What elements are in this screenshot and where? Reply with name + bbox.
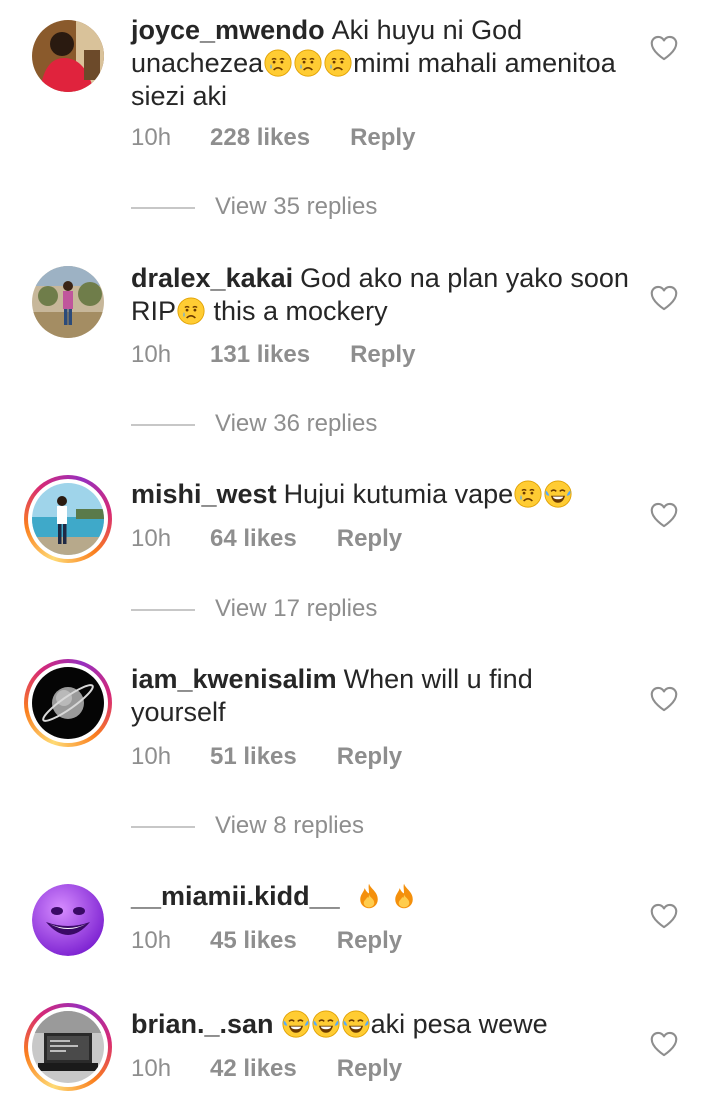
likes-count[interactable]: 228 likes bbox=[210, 124, 310, 152]
sad-tear-emoji bbox=[294, 49, 322, 77]
comment-meta: 10h 51 likes Reply bbox=[131, 743, 402, 771]
outdoor-person-avatar-image bbox=[32, 266, 104, 338]
reply-button[interactable]: Reply bbox=[337, 927, 402, 955]
sad-tear-emoji bbox=[324, 49, 352, 77]
username[interactable]: __miamii.kidd__ bbox=[131, 881, 340, 911]
sad-tear-emoji bbox=[177, 297, 205, 325]
laughing-tears-emoji bbox=[544, 480, 572, 508]
heart-outline-icon[interactable] bbox=[650, 35, 678, 61]
comment-meta: 10h 228 likes Reply bbox=[131, 124, 415, 152]
timestamp: 10h bbox=[131, 124, 172, 151]
comment-meta: 10h 42 likes Reply bbox=[131, 1055, 402, 1083]
username[interactable]: mishi_west bbox=[131, 479, 277, 509]
view-replies-button[interactable]: View 17 replies bbox=[131, 595, 377, 623]
divider-line bbox=[131, 206, 195, 209]
heart-outline-icon[interactable] bbox=[650, 1031, 678, 1057]
view-replies-label: View 17 replies bbox=[215, 595, 378, 622]
comment-meta: 10h 64 likes Reply bbox=[131, 525, 402, 553]
comment-body: this a mockery bbox=[206, 296, 388, 326]
timestamp: 10h bbox=[131, 743, 172, 770]
likes-count[interactable]: 45 likes bbox=[210, 927, 297, 955]
view-replies-button[interactable]: View 8 replies bbox=[131, 812, 364, 840]
beach-avatar-image bbox=[32, 483, 104, 555]
reply-button[interactable]: Reply bbox=[350, 341, 415, 369]
view-replies-label: View 35 replies bbox=[215, 193, 378, 220]
fire-emoji bbox=[390, 882, 418, 910]
view-replies-label: View 8 replies bbox=[215, 812, 364, 839]
comment-text: __miamii.kidd__ bbox=[131, 880, 631, 913]
comment-text: dralex_kakai God ako na plan yako soon RI… bbox=[131, 262, 631, 328]
avatar-story-ring[interactable] bbox=[24, 659, 112, 747]
heart-outline-icon[interactable] bbox=[650, 903, 678, 929]
divider-line bbox=[131, 825, 195, 828]
comment-body: Hujui kutumia vape bbox=[283, 479, 514, 509]
divider-line bbox=[131, 423, 195, 426]
comment-meta: 10h 45 likes Reply bbox=[131, 927, 402, 955]
fire-emoji bbox=[355, 882, 383, 910]
heart-outline-icon[interactable] bbox=[650, 686, 678, 712]
view-replies-label: View 36 replies bbox=[215, 410, 378, 437]
comment-text: joyce_mwendo Aki huyu ni God unachezea mim… bbox=[131, 14, 631, 113]
comment-body: aki pesa wewe bbox=[370, 1009, 548, 1039]
heart-outline-icon[interactable] bbox=[650, 502, 678, 528]
planet-avatar-image bbox=[32, 667, 104, 739]
timestamp: 10h bbox=[131, 1055, 172, 1082]
comment-meta: 10h 131 likes Reply bbox=[131, 341, 415, 369]
likes-count[interactable]: 64 likes bbox=[210, 525, 297, 553]
laughing-tears-emoji bbox=[282, 1010, 310, 1038]
reply-button[interactable]: Reply bbox=[337, 1055, 402, 1083]
heart-outline-icon[interactable] bbox=[650, 285, 678, 311]
likes-count[interactable]: 42 likes bbox=[210, 1055, 297, 1083]
view-replies-button[interactable]: View 35 replies bbox=[131, 193, 377, 221]
timestamp: 10h bbox=[131, 927, 172, 954]
laptop-avatar-image bbox=[32, 1011, 104, 1083]
comment-text: mishi_west Hujui kutumia vape bbox=[131, 478, 631, 511]
username[interactable]: iam_kwenisalim bbox=[131, 664, 337, 694]
view-replies-button[interactable]: View 36 replies bbox=[131, 410, 377, 438]
laughing-tears-emoji bbox=[312, 1010, 340, 1038]
divider-line bbox=[131, 608, 195, 611]
reply-button[interactable]: Reply bbox=[337, 743, 402, 771]
red-shirt-avatar-image bbox=[32, 20, 104, 92]
timestamp: 10h bbox=[131, 525, 172, 552]
reply-button[interactable]: Reply bbox=[350, 124, 415, 152]
purple-smiley-avatar-image bbox=[32, 884, 104, 956]
timestamp: 10h bbox=[131, 341, 172, 368]
avatar[interactable] bbox=[24, 12, 104, 92]
laughing-tears-emoji bbox=[342, 1010, 370, 1038]
sad-tear-emoji bbox=[264, 49, 292, 77]
username[interactable]: joyce_mwendo bbox=[131, 15, 325, 45]
username[interactable]: dralex_kakai bbox=[131, 263, 293, 293]
avatar-story-ring[interactable] bbox=[24, 475, 112, 563]
likes-count[interactable]: 51 likes bbox=[210, 743, 297, 771]
avatar[interactable] bbox=[24, 876, 104, 956]
comment-text: brian._.san aki pesa wewe bbox=[131, 1008, 631, 1041]
avatar-story-ring[interactable] bbox=[24, 1003, 112, 1091]
comment-text: iam_kwenisalim When will u find yourself bbox=[131, 663, 631, 729]
likes-count[interactable]: 131 likes bbox=[210, 341, 310, 369]
username[interactable]: brian._.san bbox=[131, 1009, 274, 1039]
avatar[interactable] bbox=[24, 258, 104, 338]
reply-button[interactable]: Reply bbox=[337, 525, 402, 553]
sad-tear-emoji bbox=[514, 480, 542, 508]
